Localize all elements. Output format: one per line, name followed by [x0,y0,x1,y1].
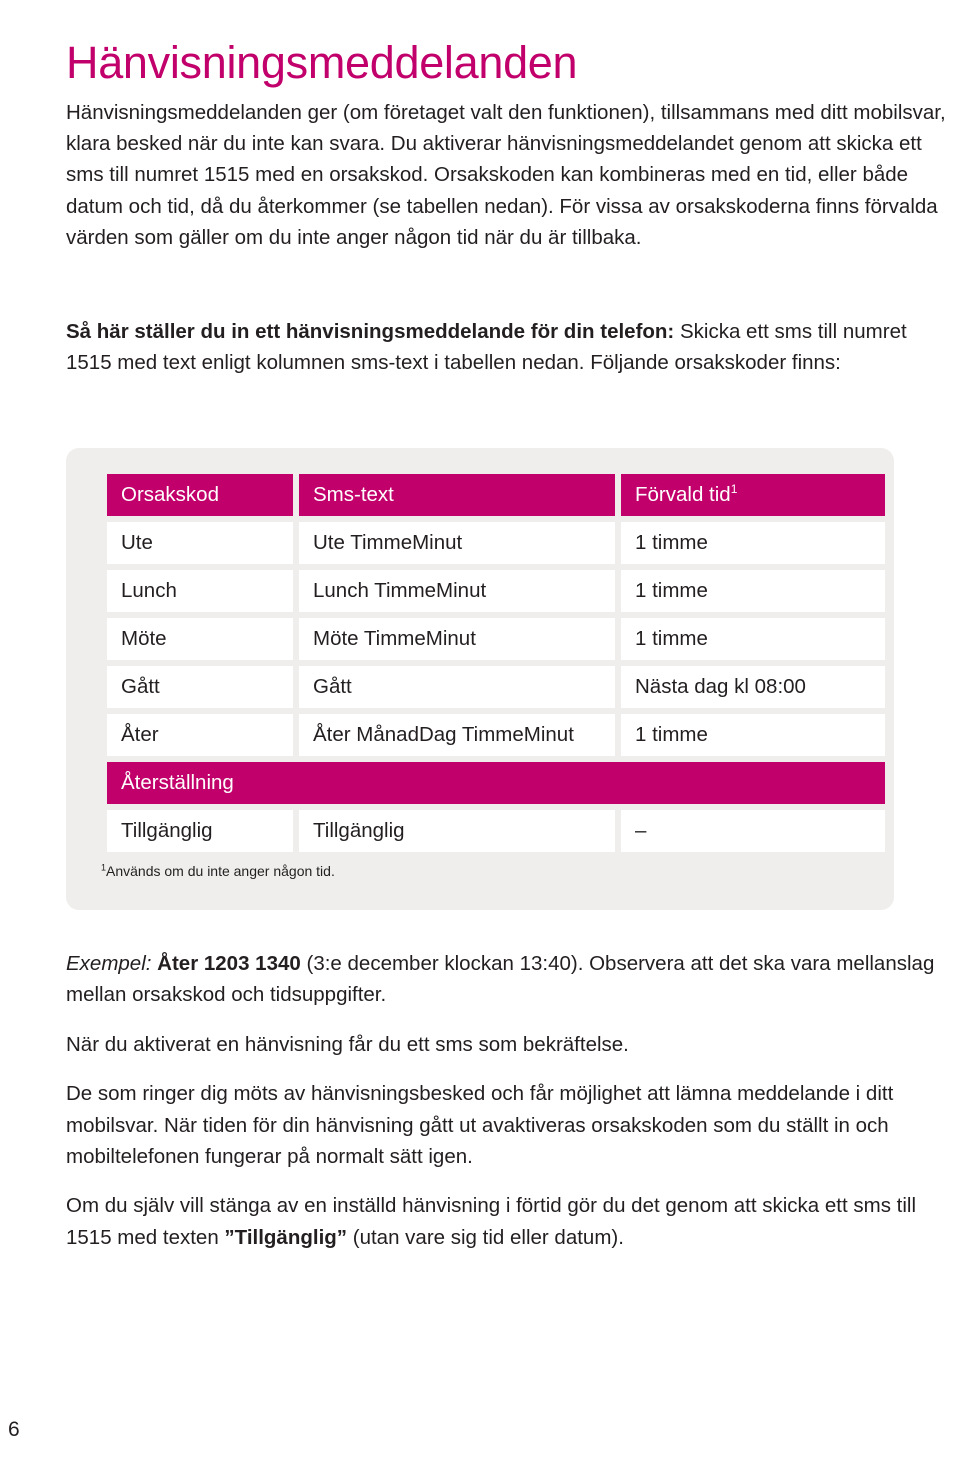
table-footnote: 1Används om du inte anger någon tid. [101,862,335,880]
cell-forvald-tid: 1 timme [621,714,885,756]
table-row: Lunch Lunch TimmeMinut 1 timme [107,570,885,612]
cell-orsakskod: Tillgänglig [107,810,293,852]
cell-orsakskod: Ute [107,522,293,564]
table-section-row: Återställning [107,762,885,804]
cell-sms-text: Möte TimmeMinut [299,618,615,660]
turnoff-code: ”Tillgänglig” [224,1225,348,1249]
reason-code-table-panel: Orsakskod Sms-text Förvald tid1 Ute Ute … [66,448,894,910]
column-header-orsakskod: Orsakskod [107,474,293,516]
table-row: Gått Gått Nästa dag kl 08:00 [107,666,885,708]
callers-paragraph: De som ringer dig möts av hänvisningsbes… [66,1082,894,1169]
page-number: 6 [8,1418,20,1441]
cell-sms-text: Tillgänglig [299,810,615,852]
footnote-text: Används om du inte anger någon tid. [106,863,335,879]
page-title: Hänvisningsmeddelanden [66,37,578,89]
body-copy-after-table: Exempel: Åter 1203 1340 (3:e december kl… [66,948,956,1253]
cell-sms-text: Gått [299,666,615,708]
table-head: Orsakskod Sms-text Förvald tid1 [107,474,885,516]
example-paragraph: Exempel: Åter 1203 1340 (3:e december kl… [66,948,956,1011]
table-row: Åter Åter MånadDag TimmeMinut 1 timme [107,714,885,756]
reason-code-table: Orsakskod Sms-text Förvald tid1 Ute Ute … [101,468,891,858]
table-header-row: Orsakskod Sms-text Förvald tid1 [107,474,885,516]
cell-orsakskod: Lunch [107,570,293,612]
table-row: Tillgänglig Tillgänglig – [107,810,885,852]
cell-forvald-tid: Nästa dag kl 08:00 [621,666,885,708]
turnoff-paragraph: Om du själv vill stänga av en inställd h… [66,1190,956,1253]
cell-sms-text: Ute TimmeMinut [299,522,615,564]
table-section-label: Återställning [107,762,885,804]
cell-forvald-tid: 1 timme [621,570,885,612]
column-header-forvald-tid: Förvald tid1 [621,474,885,516]
table-row: Möte Möte TimmeMinut 1 timme [107,618,885,660]
table-body: Ute Ute TimmeMinut 1 timme Lunch Lunch T… [107,522,885,852]
cell-orsakskod: Möte [107,618,293,660]
cell-sms-text: Lunch TimmeMinut [299,570,615,612]
table-row: Ute Ute TimmeMinut 1 timme [107,522,885,564]
example-code: Åter 1203 1340 [157,952,301,975]
cell-orsakskod: Gått [107,666,293,708]
intro-paragraph: Hänvisningsmeddelanden ger (om företaget… [66,100,946,250]
cell-forvald-tid: 1 timme [621,522,885,564]
cell-forvald-tid: – [621,810,885,852]
header-footnote-marker: 1 [730,482,738,497]
turnoff-post: (utan vare sig tid eller datum). [347,1225,624,1249]
howto-block: Så här ställer du in ett hänvisningsmedd… [66,316,951,379]
example-label: Exempel: [66,952,152,975]
cell-orsakskod: Åter [107,714,293,756]
cell-sms-text: Åter MånadDag TimmeMinut [299,714,615,756]
document-page: Hänvisningsmeddelanden Hänvisningsmeddel… [0,0,960,1471]
confirmation-paragraph: När du aktiverat en hänvisning får du et… [66,1032,629,1056]
howto-heading: Så här ställer du in ett hänvisningsmedd… [66,320,675,343]
cell-forvald-tid: 1 timme [621,618,885,660]
column-header-sms-text: Sms-text [299,474,615,516]
